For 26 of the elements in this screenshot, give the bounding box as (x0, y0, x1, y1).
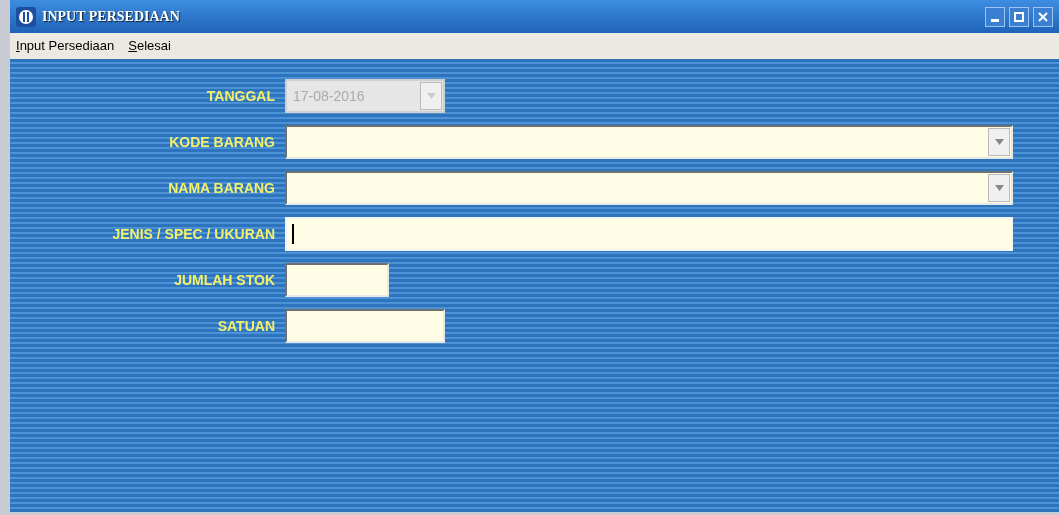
field-label: JENIS / SPEC / UKURAN (111, 224, 275, 244)
menu-item[interactable]: Selesai (128, 36, 171, 56)
caret-icon (994, 139, 1004, 145)
text-cursor (292, 224, 294, 244)
field-label: SATUAN (216, 316, 275, 336)
caret-icon (994, 185, 1004, 191)
app-icon (16, 6, 36, 27)
dropdown-field[interactable] (285, 125, 1013, 159)
close-button[interactable] (1033, 6, 1053, 27)
dropdown-arrow-button[interactable] (988, 174, 1010, 202)
maximize-button[interactable] (1009, 6, 1029, 27)
minimize-icon (991, 18, 999, 22)
input-field[interactable] (285, 309, 445, 343)
dropdown-arrow-button[interactable] (988, 128, 1010, 156)
input-field[interactable] (285, 263, 389, 297)
dropdown-field[interactable] (285, 171, 1013, 205)
close-icon (1038, 11, 1048, 22)
field-label: NAMA BARANG (167, 178, 275, 198)
maximize-icon (1014, 11, 1024, 22)
caret-icon (426, 93, 436, 99)
field-label: JUMLAH STOK (173, 270, 275, 290)
window-title: INPUT PERSEDIAAN (42, 8, 180, 26)
minimize-button[interactable] (985, 6, 1005, 27)
field-label: TANGGAL (205, 86, 275, 106)
field-label: KODE BARANG (168, 132, 275, 152)
menu-item[interactable]: Input Persediaan (16, 36, 115, 56)
